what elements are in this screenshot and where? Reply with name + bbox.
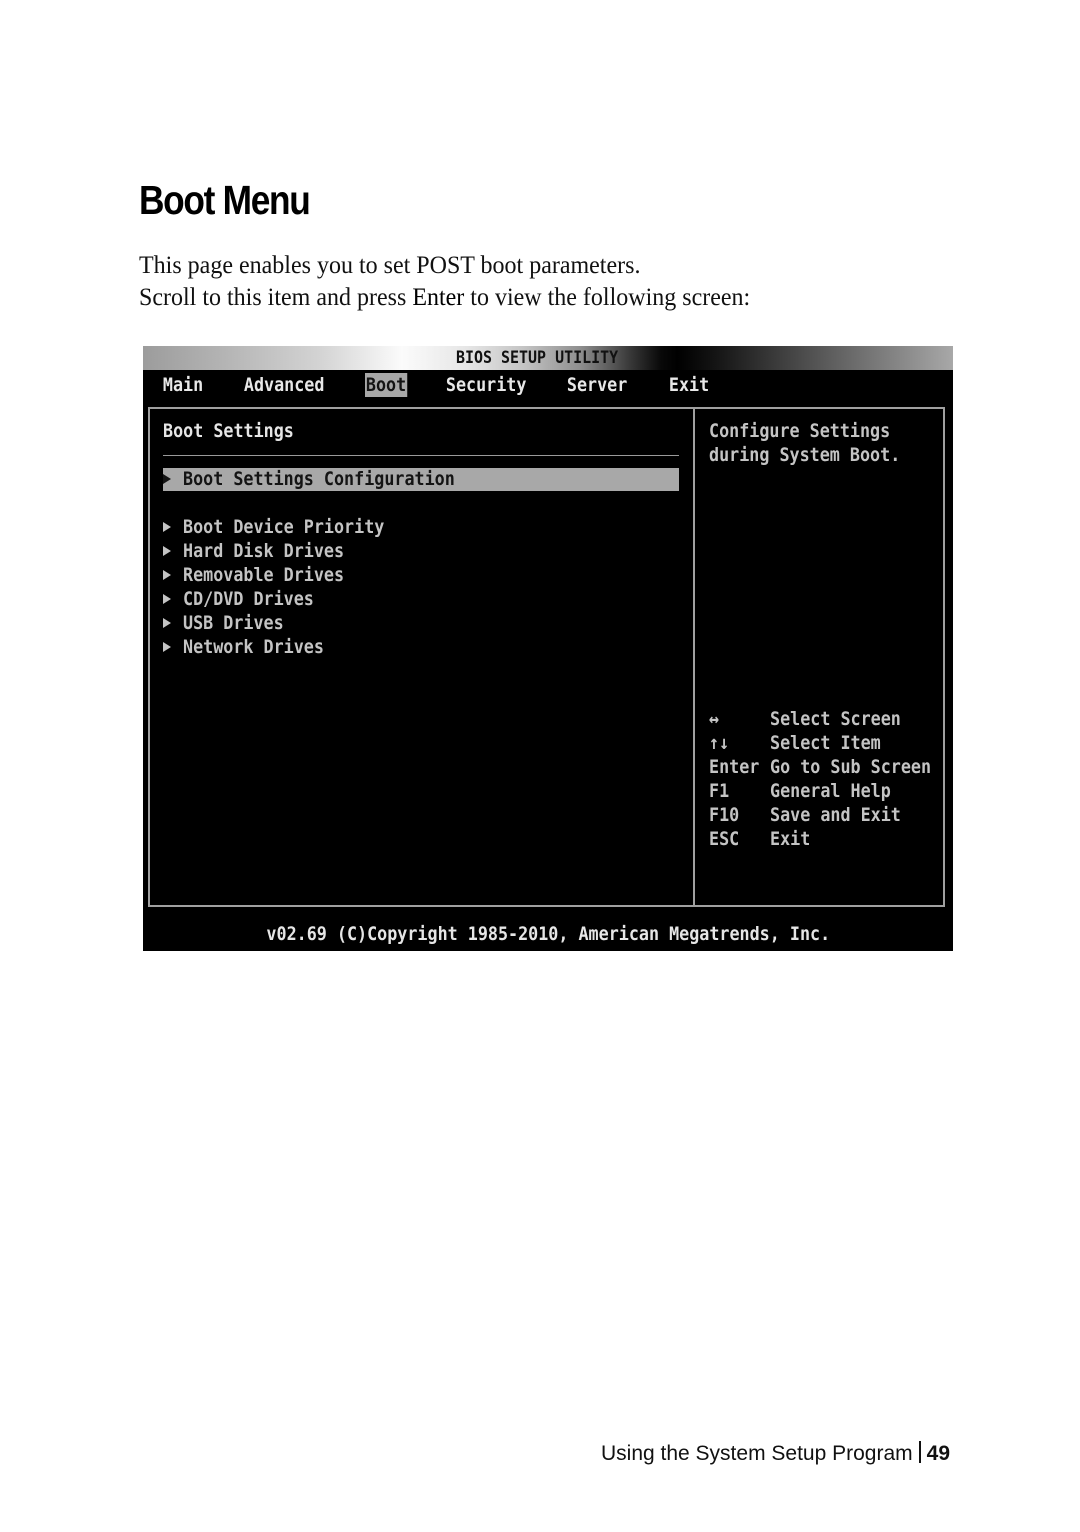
- help-text-line-2: during System Boot.: [709, 444, 901, 466]
- key-name: Enter: [709, 756, 760, 778]
- left-right-arrow-icon: ↔: [709, 708, 720, 730]
- footer-section-title: Using the System Setup Program: [601, 1442, 913, 1465]
- page-number: 49: [926, 1442, 950, 1465]
- enter-key-label: Enter: [412, 284, 465, 311]
- menu-tab-server[interactable]: Server: [566, 373, 628, 397]
- submenu-arrow-icon: [163, 474, 171, 484]
- submenu-arrow-icon: [163, 522, 171, 532]
- menu-item-label: Boot Device Priority: [183, 516, 385, 538]
- key-description: Select Item: [770, 732, 881, 754]
- menu-item-label: USB Drives: [183, 612, 284, 634]
- intro-text-suffix: to view the following screen:: [464, 284, 751, 311]
- key-name: F10: [709, 804, 740, 826]
- bios-title-bar: BIOS SETUP UTILITY: [143, 346, 953, 370]
- menu-tab-advanced[interactable]: Advanced: [243, 373, 325, 397]
- intro-text-line-2: Scroll to this item and press Enter to v…: [139, 282, 750, 314]
- page-title: Boot Menu: [139, 177, 311, 223]
- bios-screenshot: BIOS SETUP UTILITY Main Advanced Boot Se…: [143, 346, 953, 951]
- key-description: Exit: [770, 828, 811, 850]
- section-heading: Boot Settings: [163, 420, 294, 442]
- menu-tab-exit[interactable]: Exit: [668, 373, 710, 397]
- menu-item-label: CD/DVD Drives: [183, 588, 314, 610]
- copyright-text: v02.69 (C)Copyright 1985-2010, American …: [266, 923, 830, 945]
- submenu-arrow-icon: [163, 594, 171, 604]
- menu-item-label: Hard Disk Drives: [183, 540, 345, 562]
- bios-menu-bar: Main Advanced Boot Security Server Exit: [143, 370, 953, 404]
- menu-item-label: Network Drives: [183, 636, 324, 658]
- intro-text-line-1: This page enables you to set POST boot p…: [139, 252, 641, 279]
- submenu-arrow-icon: [163, 642, 171, 652]
- bios-copyright-footer: v02.69 (C)Copyright 1985-2010, American …: [143, 922, 953, 946]
- menu-tab-main[interactable]: Main: [162, 373, 204, 397]
- menu-tab-security[interactable]: Security: [445, 373, 527, 397]
- section-divider: [163, 455, 679, 456]
- panel-divider: [693, 407, 695, 907]
- key-description: Save and Exit: [770, 804, 901, 826]
- intro-text-prefix: Scroll to this item and press: [139, 284, 413, 311]
- help-text-line-1: Configure Settings: [709, 420, 891, 442]
- up-down-arrow-icon: ↑↓: [709, 732, 730, 754]
- menu-tab-boot[interactable]: Boot: [365, 373, 408, 397]
- submenu-arrow-icon: [163, 618, 171, 628]
- bios-title: BIOS SETUP UTILITY: [456, 348, 619, 368]
- key-description: General Help: [770, 780, 891, 802]
- menu-item-label: Boot Settings Configuration: [183, 468, 455, 490]
- page-footer: Using the System Setup Program 49: [601, 1440, 950, 1468]
- submenu-arrow-icon: [163, 546, 171, 556]
- key-description: Go to Sub Screen: [770, 756, 932, 778]
- footer-separator: [918, 1441, 921, 1463]
- submenu-arrow-icon: [163, 570, 171, 580]
- menu-item-label: Removable Drives: [183, 564, 345, 586]
- key-description: Select Screen: [770, 708, 901, 730]
- menu-item-boot-settings-configuration[interactable]: Boot Settings Configuration: [163, 468, 679, 491]
- key-name: ESC: [709, 828, 740, 850]
- key-name: F1: [709, 780, 730, 802]
